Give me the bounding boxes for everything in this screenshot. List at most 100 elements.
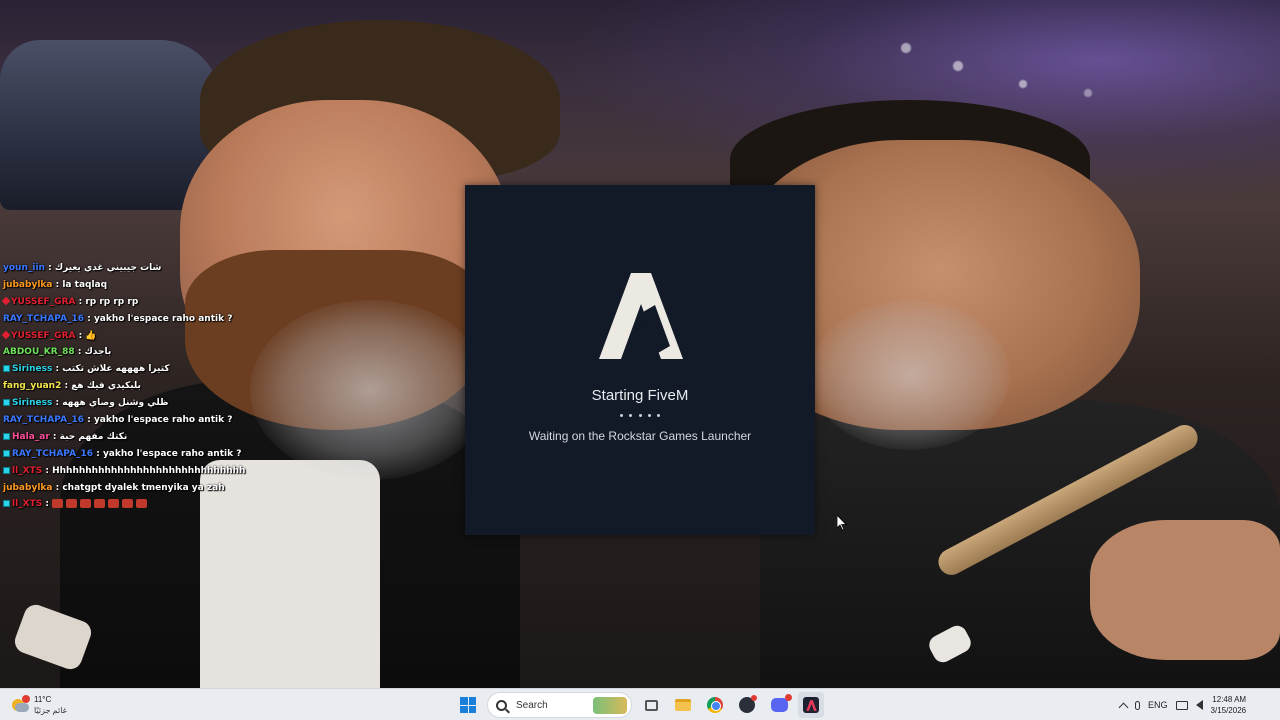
chat-message: RAY_TCHAPA_16 : yakho l'espace raho anti… — [3, 446, 243, 463]
chat-username: Siriness — [12, 398, 53, 409]
chat-text: la taqlaq — [62, 279, 108, 290]
chat-username: ll_XTS — [12, 499, 43, 510]
weather-widget[interactable]: 11°C غائم جزئيًا — [10, 692, 67, 718]
chat-badge-icon — [3, 449, 10, 457]
chat-message: RAY_TCHAPA_16 : yakho l'espace raho anti… — [3, 313, 233, 324]
microphone-button[interactable] — [1135, 700, 1140, 710]
wallpaper-hand — [1090, 520, 1280, 660]
chat-username: YUSSEF_GRA — [11, 330, 76, 341]
taskbar-search[interactable]: Search — [487, 692, 632, 718]
fivem-icon — [803, 697, 819, 713]
dialog-title: Starting FiveM — [591, 387, 689, 404]
chat-text: yakho l'espace raho antik ? — [102, 448, 242, 459]
chevron-up-icon — [1118, 702, 1129, 712]
folder-icon — [675, 699, 691, 711]
chat-emoji-icon — [80, 499, 92, 509]
chat-text: Hhhhhhhhhhhhhhhhhhhhhhhhhhhhhh — [52, 465, 246, 476]
network-button[interactable] — [1175, 700, 1188, 710]
chat-emoji-icon — [108, 499, 120, 509]
chat-text: باجدك — [84, 347, 112, 358]
chat-text: yakho l'espace raho antik ? — [93, 415, 233, 426]
chat-text: كتيرا ههههه علاش تكتب — [62, 364, 170, 375]
chat-text: ظلي وشنل وصاي هههه — [62, 398, 169, 409]
chat-text: نكتك مفهم حبة — [59, 431, 128, 442]
loading-dot — [638, 414, 642, 417]
network-icon — [1175, 700, 1188, 710]
chat-emoji-icon — [52, 499, 64, 509]
chat-text: yakho l'espace raho antik ? — [93, 313, 233, 324]
chat-message: ll_XTS : Hhhhhhhhhhhhhhhhhhhhhhhhhhhhhh — [3, 463, 246, 480]
dialog-status-text: Waiting on the Rockstar Games Launcher — [528, 429, 752, 443]
chat-message: ABDOU_KR_88 : باجدك — [3, 347, 112, 358]
chat-message: jubabylka : la taqlaq — [3, 279, 108, 290]
wallpaper-car — [0, 40, 220, 210]
task-view-button[interactable] — [638, 692, 664, 718]
discord-button[interactable] — [766, 692, 792, 718]
loading-dot — [620, 414, 623, 417]
fivem-logo-icon — [599, 273, 683, 359]
mouse-cursor-icon — [837, 515, 847, 531]
chrome-icon — [707, 697, 723, 713]
chat-message: fang_yuan2 : بلبكيدي فيك هع — [3, 381, 141, 392]
microphone-icon — [1135, 700, 1140, 710]
chat-username: jubabylka — [3, 279, 53, 290]
app-button[interactable] — [734, 692, 760, 718]
chat-text: شات جيبيني غدي يعيرك — [54, 263, 162, 273]
weather-temperature: 11°C — [34, 695, 52, 704]
search-highlight-icon — [593, 697, 627, 714]
chrome-button[interactable] — [702, 692, 728, 718]
taskbar-apps: Search — [452, 692, 827, 718]
chat-message: Siriness : ظلي وشنل وصاي هههه — [3, 395, 243, 412]
speaker-icon — [1195, 700, 1203, 710]
chat-username: youn_iin — [3, 263, 45, 273]
chat-text: 👍 — [85, 330, 97, 341]
loading-dot — [629, 414, 633, 417]
chat-badge-icon — [3, 500, 10, 508]
chat-badge-icon — [3, 365, 10, 373]
loading-dot — [647, 414, 651, 417]
chat-text: بلبكيدي فيك هع — [71, 381, 141, 392]
chat-username: ll_XTS — [12, 465, 43, 476]
taskbar: 11°C غائم جزئيًا Search ENG 12:48 AM 3/1… — [0, 688, 1280, 720]
chat-badge-icon — [1, 330, 11, 340]
start-button[interactable] — [455, 692, 481, 718]
loading-dot — [657, 414, 660, 417]
loading-dots — [620, 414, 660, 420]
show-hidden-icons-button[interactable] — [1118, 700, 1129, 712]
app-icon — [739, 695, 757, 713]
clock[interactable]: 12:48 AM 3/15/2026 — [1211, 694, 1247, 716]
file-explorer-button[interactable] — [670, 692, 696, 718]
clock-date: 3/15/2026 — [1210, 706, 1247, 715]
stream-chat-overlay: youn_iin : شات جيبيني غدي يعيرك jubabylka… — [1, 260, 246, 513]
chat-text: chatgpt dyalek tmenyika ya zah — [62, 482, 225, 493]
chat-username: RAY_TCHAPA_16 — [3, 313, 85, 324]
volume-button[interactable] — [1195, 700, 1203, 710]
chat-username: jubabylka — [3, 482, 53, 493]
chat-badge-icon — [1, 297, 11, 306]
chat-message: jubabylka : chatgpt dyalek tmenyika ya z… — [3, 482, 225, 493]
windows-logo-icon — [460, 697, 476, 713]
clock-time: 12:48 AM — [1212, 695, 1247, 704]
wallpaper-smoke-right — [810, 300, 1010, 450]
chat-username: Hala_ar — [12, 431, 50, 442]
chat-message: ll_XTS : — [3, 496, 243, 513]
chat-badge-icon — [3, 399, 10, 407]
language-indicator[interactable]: ENG — [1148, 700, 1168, 710]
chat-message: YUSSEF_GRA : rp rp rp rp — [1, 294, 243, 311]
chat-badge-icon — [3, 432, 10, 440]
wallpaper-smoke-left — [250, 300, 490, 480]
chat-message: Hala_ar : نكتك مفهم حبة — [3, 429, 243, 446]
chat-message: youn_iin : شات جيبيني غدي يعيرك — [3, 263, 162, 273]
chat-emoji-icon — [122, 499, 134, 509]
chat-message: Siriness : كتيرا ههههه علاش تكتب — [3, 361, 243, 378]
chat-emoji-icon — [136, 499, 148, 509]
chat-username: RAY_TCHAPA_16 — [12, 448, 94, 459]
fivem-taskbar-button[interactable] — [798, 692, 824, 718]
chat-username: YUSSEF_GRA — [11, 296, 76, 307]
fivem-launcher-dialog[interactable]: Starting FiveM Waiting on the Rockstar G… — [465, 185, 815, 535]
chat-username: Siriness — [12, 364, 53, 375]
search-icon — [496, 699, 507, 711]
search-label: Search — [516, 699, 548, 711]
system-tray: ENG 12:48 AM 3/15/2026 — [1116, 692, 1246, 718]
chat-emoji-icon — [66, 499, 78, 509]
